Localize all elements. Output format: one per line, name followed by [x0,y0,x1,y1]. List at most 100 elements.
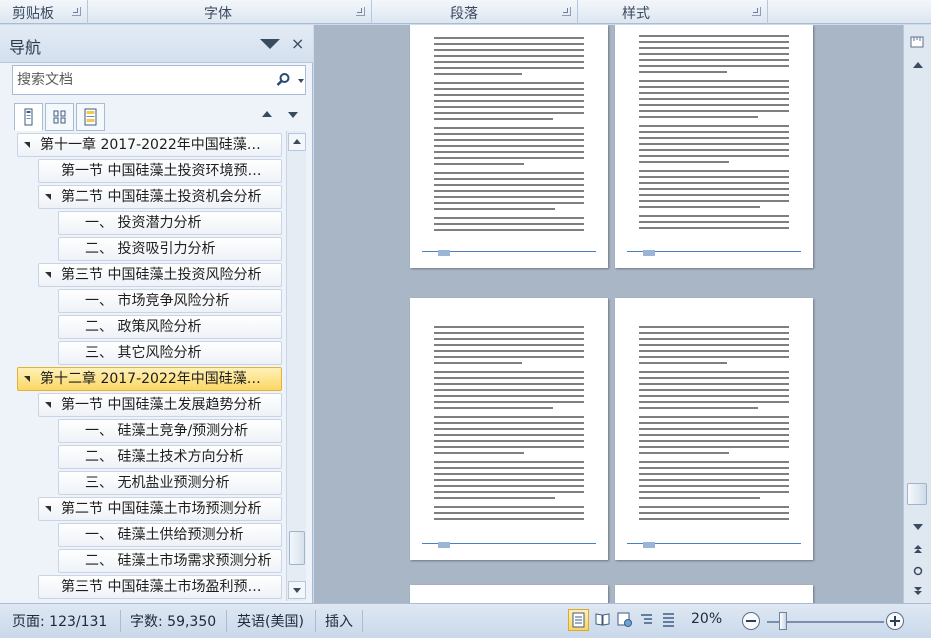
expand-triangle-icon[interactable] [24,376,30,382]
scroll-up-button[interactable] [288,133,306,151]
nav-section-item[interactable]: 第三节 中国硅藻土市场盈利预… [38,575,282,599]
document-page[interactable] [615,298,813,560]
text-line [434,223,584,225]
text-line [434,338,584,340]
text-line [639,446,789,448]
next-heading-button[interactable] [288,112,298,118]
dialog-launcher-icon[interactable] [752,7,761,16]
text-line [434,208,555,210]
nav-subsection-item[interactable]: 一、 硅藻土供给预测分析 [58,523,282,547]
nav-subsection-item[interactable]: 二、 硅藻土技术方向分析 [58,445,282,469]
text-line [639,41,789,43]
document-page[interactable] [410,298,608,560]
document-area[interactable] [314,25,903,603]
full-screen-reading-view-button[interactable] [593,609,614,631]
ribbon-group-font: 字体 [88,0,372,24]
thumbnails-view-icon [53,110,66,124]
nav-item-label: 一、 硅藻土供给预测分析 [85,527,244,543]
nav-subsection-item[interactable]: 二、 投资吸引力分析 [58,237,282,261]
scroll-down-arrow-icon[interactable] [913,524,923,530]
dialog-launcher-icon[interactable] [72,7,81,16]
text-line [639,506,789,508]
expand-triangle-icon[interactable] [45,402,51,408]
text-line [434,190,584,192]
nav-item-label: 第十二章 2017-2022年中国硅藻… [40,371,261,387]
status-divider [120,610,121,632]
text-line [639,86,789,88]
nav-chapter-item[interactable]: 第十一章 2017-2022年中国硅藻… [17,133,282,157]
scroll-down-button[interactable] [288,581,306,599]
previous-page-icon[interactable] [912,543,924,555]
pane-options-chevron-down-icon[interactable] [260,39,280,49]
ribbon-group-clipboard: 剪贴板 [0,0,88,24]
tab-headings[interactable] [14,103,43,131]
page-count[interactable]: 页面: 123/131 [12,611,107,631]
nav-section-item[interactable]: 第一节 中国硅藻土发展趋势分析 [38,393,282,417]
text-line [434,106,584,108]
tab-page-thumbnails[interactable] [45,103,74,131]
nav-section-item[interactable]: 第一节 中国硅藻土投资环境预… [38,159,282,183]
nav-subsection-item[interactable]: 三、 无机盐业预测分析 [58,471,282,495]
text-line [434,416,584,418]
web-layout-view-button[interactable] [615,609,636,631]
draft-view-button[interactable] [659,609,680,631]
next-page-icon[interactable] [912,585,924,597]
nav-subsection-item[interactable]: 二、 硅藻土市场需求预测分析 [58,549,282,573]
search-input[interactable] [17,70,267,90]
expand-triangle-icon[interactable] [24,142,30,148]
search-icon[interactable] [275,72,291,88]
nav-subsection-item[interactable]: 一、 市场竞争风险分析 [58,289,282,313]
text-line [639,332,789,334]
zoom-slider-thumb[interactable] [779,612,787,630]
nav-subsection-item[interactable]: 三、 其它风险分析 [58,341,282,365]
close-pane-button[interactable]: × [291,34,304,53]
outline-view-button[interactable] [637,609,658,631]
expand-triangle-icon[interactable] [45,506,51,512]
search-options-chevron-down-icon[interactable] [298,79,304,83]
zoom-level[interactable]: 20% [691,611,722,627]
navigation-scrollbar[interactable] [286,131,306,601]
nav-section-item[interactable]: 第三节 中国硅藻土投资风险分析 [38,263,282,287]
nav-section-item[interactable]: 第二节 中国硅藻土市场预测分析 [38,497,282,521]
nav-subsection-item[interactable]: 二、 政策风险分析 [58,315,282,339]
document-page[interactable] [615,585,813,603]
text-line [434,422,584,424]
nav-section-item[interactable]: 第二节 中国硅藻土投资机会分析 [38,185,282,209]
nav-item-label: 第十一章 2017-2022年中国硅藻… [40,137,261,153]
text-line [434,332,584,334]
text-line [639,344,789,346]
text-line [639,428,789,430]
zoom-out-button[interactable] [742,612,760,630]
scroll-up-arrow-icon[interactable] [913,62,923,68]
document-page[interactable] [615,25,813,268]
expand-triangle-icon[interactable] [45,194,51,200]
document-page[interactable] [410,25,608,268]
nav-item-label: 二、 政策风险分析 [85,319,202,335]
document-scroll-thumb[interactable] [907,483,927,505]
insert-mode-indicator[interactable]: 插入 [325,611,353,631]
document-page[interactable] [410,585,608,603]
language-indicator[interactable]: 英语(美国) [237,611,304,631]
select-browse-object-icon[interactable] [912,565,924,577]
nav-chapter-item[interactable]: 第十二章 2017-2022年中国硅藻… [17,367,282,391]
expand-triangle-icon[interactable] [45,272,51,278]
dialog-launcher-icon[interactable] [562,7,571,16]
text-line [434,196,584,198]
dialog-launcher-icon[interactable] [356,7,365,16]
previous-heading-button[interactable] [262,111,272,117]
nav-subsection-item[interactable]: 一、 投资潜力分析 [58,211,282,235]
text-line [639,395,789,397]
document-scrollbar[interactable] [903,25,931,603]
scroll-thumb[interactable] [289,531,305,565]
search-box [12,65,306,95]
nav-subsection-item[interactable]: 一、 硅藻土竞争/预测分析 [58,419,282,443]
print-layout-view-button[interactable] [568,609,589,631]
tab-search-results[interactable] [76,103,105,131]
text-line [434,518,584,520]
text-line [639,518,789,520]
word-count[interactable]: 字数: 59,350 [130,611,216,631]
zoom-in-button[interactable] [886,612,904,630]
ruler-toggle-icon[interactable] [909,34,925,50]
nav-item-label: 一、 市场竞争风险分析 [85,293,230,309]
nav-item-label: 第一节 中国硅藻土投资环境预… [61,163,262,179]
